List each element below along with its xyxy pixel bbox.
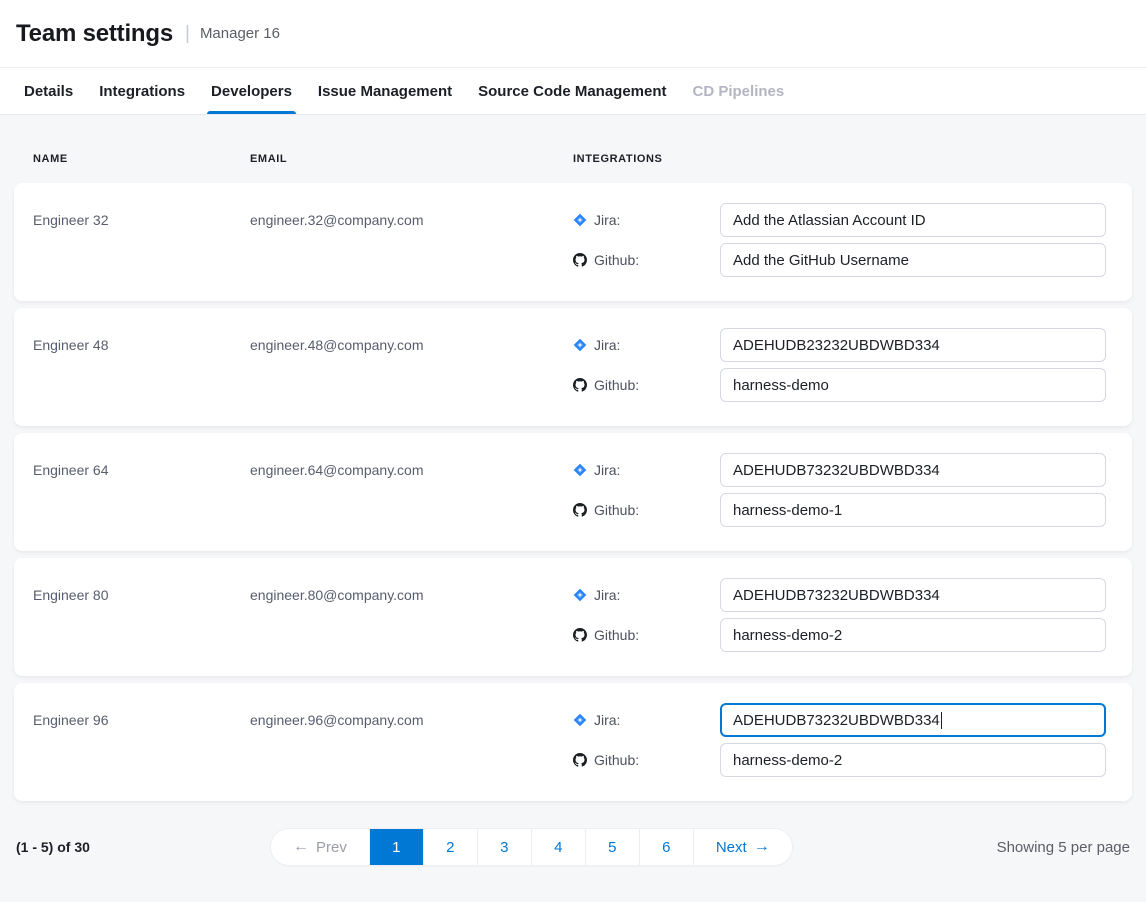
github-icon bbox=[573, 253, 587, 267]
page-button-6[interactable]: 6 bbox=[640, 829, 694, 865]
tab-developers[interactable]: Developers bbox=[211, 68, 292, 114]
column-header-integrations: INTEGRATIONS bbox=[573, 153, 1106, 165]
table-column-headers: NAME EMAIL INTEGRATIONS bbox=[14, 115, 1132, 183]
developer-name: Engineer 80 bbox=[33, 578, 250, 652]
page-header: Team settings | Manager 16 bbox=[0, 0, 1146, 68]
jira-icon bbox=[573, 463, 587, 477]
per-page-info: Showing 5 per page bbox=[792, 839, 1130, 856]
column-header-name: NAME bbox=[33, 153, 250, 165]
page-button-1[interactable]: 1 bbox=[370, 829, 424, 865]
github-input[interactable]: harness-demo-2 bbox=[720, 618, 1106, 652]
right-arrow-icon: → bbox=[754, 838, 770, 856]
developer-row: Engineer 96 engineer.96@company.com Jira… bbox=[14, 683, 1132, 801]
jira-input[interactable]: ADEHUDB73232UBDWBD334 bbox=[720, 453, 1106, 487]
tab-source-code-management[interactable]: Source Code Management bbox=[478, 68, 666, 114]
tab-details[interactable]: Details bbox=[24, 68, 73, 114]
left-arrow-icon: ← bbox=[293, 838, 309, 856]
github-label: Github: bbox=[573, 627, 720, 643]
developer-email: engineer.80@company.com bbox=[250, 578, 573, 652]
developer-integrations: Jira: ADEHUDB73232UBDWBD334 Github: harn… bbox=[573, 703, 1106, 777]
jira-label: Jira: bbox=[573, 337, 720, 353]
developer-integrations: Jira: ADEHUDB23232UBDWBD334 Github: harn… bbox=[573, 328, 1106, 402]
prev-page-button[interactable]: ←Prev bbox=[271, 829, 370, 865]
page-title: Team settings bbox=[16, 20, 173, 48]
column-header-email: EMAIL bbox=[250, 153, 573, 165]
jira-icon bbox=[573, 213, 587, 227]
github-label: Github: bbox=[573, 377, 720, 393]
title-separator: | bbox=[185, 23, 190, 45]
github-input[interactable]: harness-demo-2 bbox=[720, 743, 1106, 777]
developers-table: NAME EMAIL INTEGRATIONS Engineer 32 engi… bbox=[0, 115, 1146, 801]
github-label: Github: bbox=[573, 252, 720, 268]
developer-name: Engineer 48 bbox=[33, 328, 250, 402]
developer-name: Engineer 64 bbox=[33, 453, 250, 527]
jira-label: Jira: bbox=[573, 462, 720, 478]
developer-name: Engineer 32 bbox=[33, 203, 250, 277]
page-button-4[interactable]: 4 bbox=[532, 829, 586, 865]
developer-integrations: Jira: Add the Atlassian Account ID Githu… bbox=[573, 203, 1106, 277]
jira-input[interactable]: ADEHUDB73232UBDWBD334 bbox=[720, 578, 1106, 612]
jira-icon bbox=[573, 588, 587, 602]
developer-integrations: Jira: ADEHUDB73232UBDWBD334 Github: harn… bbox=[573, 578, 1106, 652]
next-page-button[interactable]: Next→ bbox=[694, 829, 792, 865]
jira-label: Jira: bbox=[573, 712, 720, 728]
tab-issue-management[interactable]: Issue Management bbox=[318, 68, 452, 114]
github-label: Github: bbox=[573, 752, 720, 768]
developer-row: Engineer 64 engineer.64@company.com Jira… bbox=[14, 433, 1132, 551]
github-icon bbox=[573, 753, 587, 767]
page-button-5[interactable]: 5 bbox=[586, 829, 640, 865]
developer-row: Engineer 32 engineer.32@company.com Jira… bbox=[14, 183, 1132, 301]
developer-integrations: Jira: ADEHUDB73232UBDWBD334 Github: harn… bbox=[573, 453, 1106, 527]
page-subtitle: Manager 16 bbox=[200, 25, 280, 42]
github-label: Github: bbox=[573, 502, 720, 518]
text-cursor bbox=[941, 712, 943, 729]
jira-input[interactable]: ADEHUDB73232UBDWBD334 bbox=[720, 703, 1106, 737]
pagination-range-info: (1 - 5) of 30 bbox=[16, 839, 271, 855]
page-button-3[interactable]: 3 bbox=[478, 829, 532, 865]
developer-name: Engineer 96 bbox=[33, 703, 250, 777]
pagination-bar: (1 - 5) of 30 ←Prev123456Next→ Showing 5… bbox=[0, 829, 1146, 865]
github-input[interactable]: harness-demo bbox=[720, 368, 1106, 402]
pager: ←Prev123456Next→ bbox=[271, 829, 792, 865]
jira-icon bbox=[573, 338, 587, 352]
github-icon bbox=[573, 503, 587, 517]
jira-label: Jira: bbox=[573, 212, 720, 228]
developer-email: engineer.32@company.com bbox=[250, 203, 573, 277]
developer-email: engineer.48@company.com bbox=[250, 328, 573, 402]
tab-bar: Details Integrations Developers Issue Manag… bbox=[0, 68, 1146, 115]
tab-cd-pipelines: CD Pipelines bbox=[693, 68, 785, 114]
developer-row: Engineer 48 engineer.48@company.com Jira… bbox=[14, 308, 1132, 426]
jira-input[interactable]: ADEHUDB23232UBDWBD334 bbox=[720, 328, 1106, 362]
github-icon bbox=[573, 378, 587, 392]
jira-input[interactable]: Add the Atlassian Account ID bbox=[720, 203, 1106, 237]
developer-row: Engineer 80 engineer.80@company.com Jira… bbox=[14, 558, 1132, 676]
developer-email: engineer.64@company.com bbox=[250, 453, 573, 527]
github-input[interactable]: harness-demo-1 bbox=[720, 493, 1106, 527]
jira-icon bbox=[573, 713, 587, 727]
page-button-2[interactable]: 2 bbox=[424, 829, 478, 865]
github-icon bbox=[573, 628, 587, 642]
developer-email: engineer.96@company.com bbox=[250, 703, 573, 777]
github-input[interactable]: Add the GitHub Username bbox=[720, 243, 1106, 277]
tab-integrations[interactable]: Integrations bbox=[99, 68, 185, 114]
jira-label: Jira: bbox=[573, 587, 720, 603]
